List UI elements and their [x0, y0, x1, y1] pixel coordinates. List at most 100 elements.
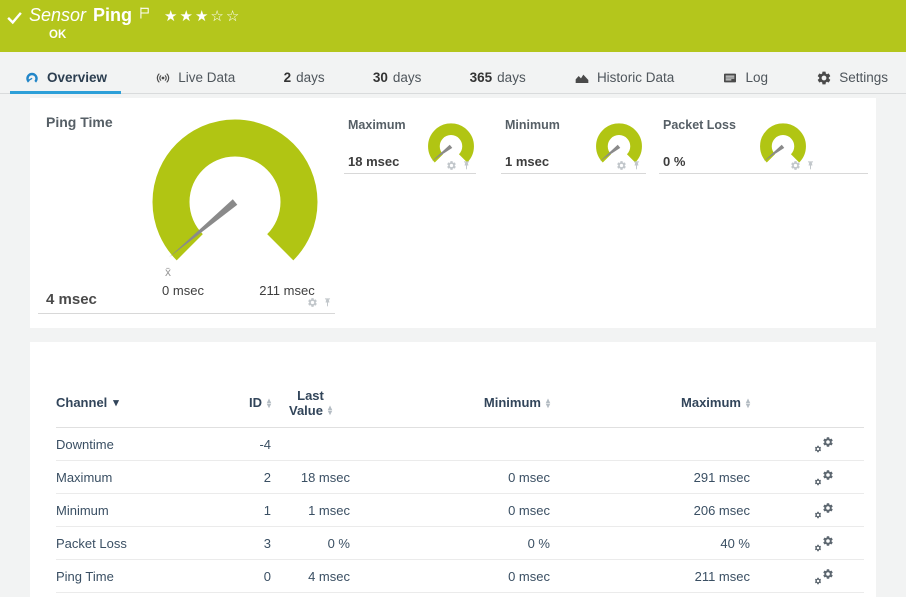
pin-icon[interactable] [322, 297, 333, 308]
tab-365-days-number: 365 [470, 70, 493, 85]
ping-time-gauge: x̄ 0 msec 211 msec [135, 112, 335, 300]
channel-maximum: 40 % [550, 536, 750, 551]
tab-2-days-number: 2 [284, 70, 292, 85]
channel-name: Maximum [56, 470, 241, 485]
tab-overview-label: Overview [47, 70, 107, 85]
tab-365-days[interactable]: 365 days [456, 62, 540, 93]
ping-time-gauge-tile: Ping Time x̄ 0 msec 211 msec 4 msec [38, 106, 335, 314]
log-list-icon [722, 70, 738, 86]
channel-settings-gears-icon[interactable] [814, 469, 834, 486]
packet-loss-value: 0 % [663, 154, 685, 169]
gauge-title: Maximum [348, 118, 406, 132]
tab-30-days-unit: days [393, 70, 422, 85]
channel-name: Packet Loss [56, 536, 241, 551]
table-row-packet-loss: Packet Loss 3 0 % 0 % 40 % [56, 527, 864, 560]
channel-last-value: 18 msec [271, 470, 350, 485]
gear-icon[interactable] [446, 160, 457, 171]
tab-log-label: Log [745, 70, 768, 85]
channel-maximum: 211 msec [550, 569, 750, 584]
table-row-maximum: Maximum 2 18 msec 0 msec 291 msec [56, 461, 864, 494]
channel-name: Downtime [56, 437, 241, 452]
sort-caret-down-icon: ▾ [113, 396, 119, 409]
channel-last-value: 0 % [271, 536, 350, 551]
sort-arrows-icon: ▴▾ [328, 405, 332, 415]
tab-settings[interactable]: Settings [802, 62, 902, 93]
chart-icon [574, 70, 590, 86]
tab-30-days-number: 30 [373, 70, 388, 85]
channel-last-value: 4 msec [271, 569, 350, 584]
table-row-downtime: Downtime -4 [56, 428, 864, 461]
gear-icon[interactable] [307, 297, 318, 308]
channel-maximum: 291 msec [550, 470, 750, 485]
channel-maximum: 206 msec [550, 503, 750, 518]
gauge-title: Minimum [505, 118, 560, 132]
channel-settings-gears-icon[interactable] [814, 436, 834, 453]
tab-overview[interactable]: Overview [10, 62, 121, 93]
maximum-value: 18 msec [348, 154, 399, 169]
ok-check-icon [6, 9, 23, 26]
object-kind-label: Sensor [29, 5, 86, 26]
tab-live-data[interactable]: Live Data [141, 62, 249, 93]
channel-settings-gears-icon[interactable] [814, 502, 834, 519]
channel-minimum: 0 msec [350, 470, 550, 485]
channel-id: 3 [241, 536, 271, 551]
stars-empty: ☆☆ [210, 8, 241, 25]
main-content: Ping Time x̄ 0 msec 211 msec 4 msec Maxi… [0, 94, 906, 597]
channel-id: 0 [241, 569, 271, 584]
channel-id: -4 [241, 437, 271, 452]
ping-time-value: 4 msec [46, 291, 97, 308]
tab-log[interactable]: Log [708, 62, 782, 93]
channel-minimum: 0 % [350, 536, 550, 551]
tab-historic-data[interactable]: Historic Data [560, 62, 688, 93]
gauge-scale-max: 211 msec [259, 283, 315, 298]
table-row-ping-time: Ping Time 0 4 msec 0 msec 211 msec [56, 560, 864, 593]
minimum-value: 1 msec [505, 154, 549, 169]
channel-name: Minimum [56, 503, 241, 518]
stars-filled: ★★★ [164, 8, 210, 25]
gauge-scale-min: 0 msec [162, 283, 204, 298]
gauges-panel: Ping Time x̄ 0 msec 211 msec 4 msec Maxi… [30, 98, 876, 328]
column-header-minimum[interactable]: Minimum ▴▾ [350, 395, 550, 410]
channel-minimum: 0 msec [350, 569, 550, 584]
gear-icon [816, 70, 832, 86]
live-signal-icon [155, 70, 171, 86]
gauge-title: Ping Time [46, 114, 113, 130]
priority-stars[interactable]: ★★★☆☆ [164, 7, 241, 25]
channel-id: 2 [241, 470, 271, 485]
tab-settings-label: Settings [839, 70, 888, 85]
channel-id: 1 [241, 503, 271, 518]
channel-settings-gears-icon[interactable] [814, 568, 834, 585]
channel-settings-gears-icon[interactable] [814, 535, 834, 552]
average-marker: x̄ [165, 265, 171, 279]
column-header-last-value[interactable]: Last Value ▴▾ [271, 388, 350, 418]
gauge-title: Packet Loss [663, 118, 736, 132]
tab-2-days-unit: days [296, 70, 325, 85]
status-badge: OK [49, 29, 66, 41]
minimum-gauge-tile: Minimum 1 msec [501, 116, 646, 174]
tab-bar: Overview Live Data 2 days 30 days 365 da… [0, 62, 906, 94]
channels-table-panel: Channel ▾ ID ▴▾ Last Value ▴▾ Minimum ▴▾… [30, 342, 876, 597]
tab-live-data-label: Live Data [178, 70, 235, 85]
channel-name: Ping Time [56, 569, 241, 584]
channel-last-value: 1 msec [271, 503, 350, 518]
pin-icon[interactable] [805, 160, 816, 171]
tab-2-days[interactable]: 2 days [270, 62, 339, 93]
table-header-row: Channel ▾ ID ▴▾ Last Value ▴▾ Minimum ▴▾… [56, 378, 864, 428]
column-header-channel[interactable]: Channel ▾ [56, 395, 241, 410]
column-header-id[interactable]: ID ▴▾ [241, 395, 271, 410]
gear-icon[interactable] [616, 160, 627, 171]
pin-icon[interactable] [631, 160, 642, 171]
tab-365-days-unit: days [497, 70, 526, 85]
gear-icon[interactable] [790, 160, 801, 171]
table-row-minimum: Minimum 1 1 msec 0 msec 206 msec [56, 494, 864, 527]
column-header-maximum[interactable]: Maximum ▴▾ [550, 395, 750, 410]
tab-historic-data-label: Historic Data [597, 70, 674, 85]
channel-minimum: 0 msec [350, 503, 550, 518]
tab-30-days[interactable]: 30 days [359, 62, 436, 93]
flag-icon[interactable] [138, 6, 152, 20]
sort-arrows-icon: ▴▾ [746, 398, 750, 408]
packet-loss-gauge-tile: Packet Loss 0 % [659, 116, 868, 174]
sensor-title: Ping [93, 5, 132, 26]
maximum-gauge-tile: Maximum 18 msec [344, 116, 476, 174]
pin-icon[interactable] [461, 160, 472, 171]
